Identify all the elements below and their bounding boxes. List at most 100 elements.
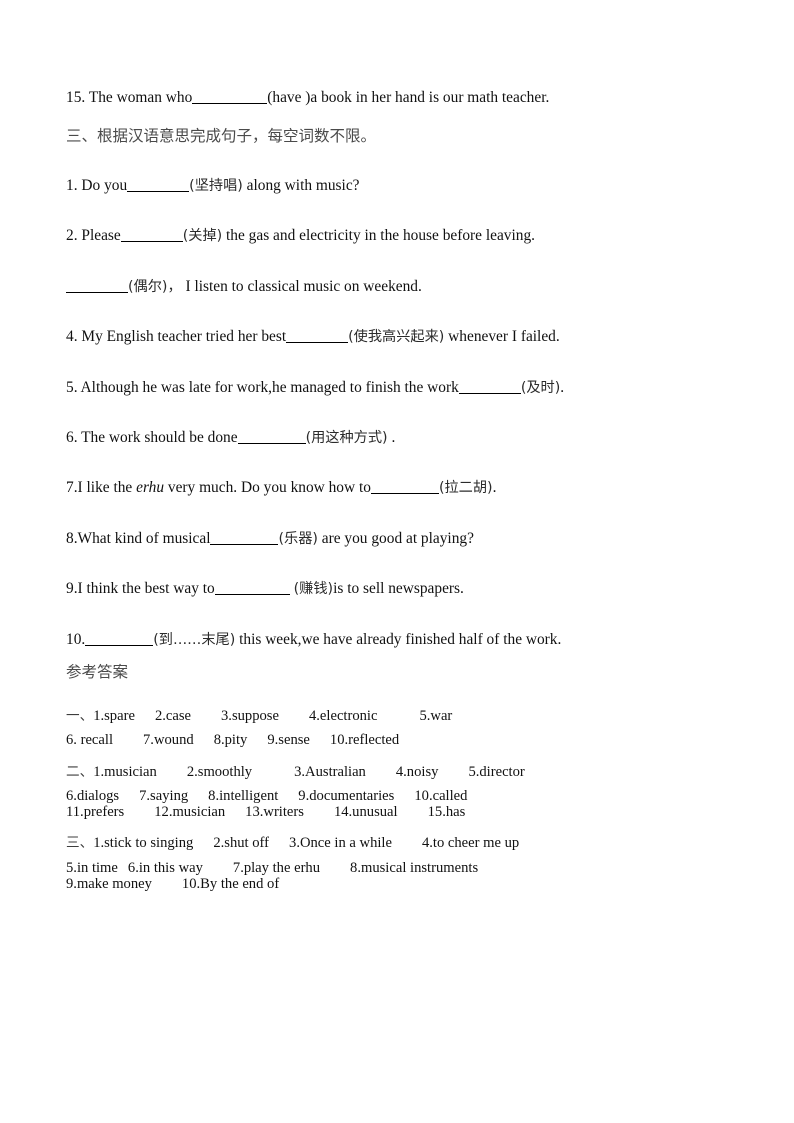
question-text-before: I think the best way to [77, 580, 215, 598]
question-number: 8. [66, 529, 78, 547]
answer-blank[interactable] [120, 228, 183, 243]
answer-item: 10.reflected [329, 732, 400, 749]
answer-blank[interactable] [214, 581, 290, 596]
answer-key-title: 参考答案 [66, 663, 129, 681]
answer-item: 5.director [468, 763, 525, 780]
answer-blank[interactable] [237, 430, 306, 444]
question-text-before: Do you [81, 176, 128, 194]
answer-item: 6.dialogs [66, 788, 120, 805]
answer-row: 11.prefers 12.musician 13.writers 14.unusua… [66, 805, 766, 820]
question-item-7: 7.I like the erhu very much. Do you know… [66, 480, 766, 495]
answer-item: 1.stick to singing [93, 835, 194, 852]
answer-blank[interactable] [286, 329, 349, 344]
question-hint: (及时) [520, 379, 561, 396]
question-text-after: . [492, 479, 497, 497]
answer-item: 2.shut off [213, 835, 270, 852]
question-text-after: are you good at playing? [317, 529, 474, 547]
question-text-after: is to sell newspapers. [333, 580, 464, 598]
answer-group-marker: 一、 [66, 707, 94, 724]
answer-blank[interactable] [85, 632, 154, 646]
answer-item: 3.suppose [221, 707, 279, 724]
answer-row: 三、1.stick to singing 2.shut off 3.Once in … [66, 836, 766, 851]
question-item-15: 15. The woman who (have )a book in her ha… [66, 90, 766, 105]
question-hint: (使我高兴起来) [348, 329, 445, 346]
question-item-4: 4. My English teacher tried her best (使我高… [66, 329, 766, 344]
answer-row: 5.in time 6.in this way 7.play the erhu 8.m… [66, 861, 766, 876]
answer-row: 6.dialogs 7.saying 8.intelligent 9.document… [66, 789, 766, 804]
answer-item: 3.Once in a while [289, 835, 392, 852]
answer-blank[interactable] [210, 531, 279, 545]
question-text-before: Please [81, 227, 121, 245]
question-text-after: . [560, 378, 565, 396]
question-number: 6. [66, 428, 78, 446]
question-text-after: the gas and electricity in the house bef… [222, 227, 536, 245]
answer-item: 12.musician [154, 803, 226, 820]
answer-group-marker: 三、 [66, 835, 94, 852]
question-number: 1. [66, 176, 78, 194]
question-text-before: The woman who [88, 89, 193, 106]
question-hint: (have ) [267, 89, 311, 106]
answer-item: 4.to cheer me up [421, 835, 520, 852]
answer-item: 9.sense [267, 732, 310, 749]
question-item-9: 9.I think the best way to (赚钱)is to sell… [66, 581, 766, 596]
answer-item: 1.musician [93, 763, 157, 780]
answer-item: 10.called [414, 788, 468, 805]
answer-blank[interactable] [127, 178, 190, 192]
exercise-section: 15. The woman who (have )a book in her ha… [66, 90, 766, 647]
answer-row: 一、1.spare 2.case 3.suppose 4.electronic 5.wa… [66, 707, 766, 724]
question-text-after: . [387, 428, 396, 446]
answer-blank[interactable] [66, 279, 128, 293]
question-text-after: I listen to classical music on weekend. [181, 277, 422, 295]
question-item-8: 8.What kind of musical (乐器) are you good … [66, 531, 766, 546]
answer-item: 13.writers [245, 803, 304, 820]
question-number: 2. [66, 227, 78, 245]
question-item-6: 6. The work should be done (用这种方式) . [66, 430, 766, 445]
question-number: 5. [66, 378, 78, 396]
question-hint: (赚钱) [293, 581, 334, 598]
answer-item: 4.noisy [395, 763, 439, 780]
answer-item: 9.documentaries [298, 788, 395, 805]
question-hint: (关掉) [182, 228, 223, 245]
question-number: 7. [66, 479, 78, 497]
answer-blank[interactable] [458, 380, 521, 394]
answer-item: 5.war [419, 707, 453, 724]
question-item-2: 2. Please (关掉) the gas and electricity in… [66, 228, 766, 243]
answer-item: 8.musical instruments [350, 860, 479, 877]
answer-item: 10.By the end of [181, 875, 280, 892]
question-text-after: this week,we have already finished half … [235, 630, 562, 648]
question-number: 9. [66, 580, 78, 598]
question-text-after: a book in her hand is our math teacher. [310, 89, 550, 106]
answer-item: 9.make money [66, 875, 152, 892]
question-item-5: 5. Although he was late for work,he mana… [66, 378, 766, 396]
answer-item: 15.has [427, 803, 466, 820]
answer-blank[interactable] [370, 480, 439, 495]
answer-item: 3.Australian [294, 763, 366, 780]
answer-item: 4.electronic [308, 707, 378, 724]
answer-item: 2.smoothly [186, 763, 253, 780]
question-item-1: 1. Do you (坚持唱) along with music? [66, 178, 766, 193]
answer-item: 7.play the erhu [232, 860, 321, 877]
italic-term-erhu: erhu [136, 479, 165, 497]
question-text-before: What kind of musical [77, 529, 211, 547]
answer-item: 14.unusual [333, 803, 398, 820]
answer-item: 6.in this way [127, 860, 203, 877]
question-text-after: whenever I failed. [444, 328, 560, 346]
question-hint: (到……末尾) [153, 631, 236, 648]
question-number: 15. [66, 89, 86, 106]
answer-row: 9.make money 10.By the end of [66, 875, 766, 892]
question-text-before: My English teacher tried her best [81, 328, 287, 346]
question-number: 4. [66, 328, 78, 346]
question-text-before-b: very much. Do you know how to [164, 479, 371, 497]
answer-item: 5.in time [66, 860, 118, 877]
answer-group-marker: 二、 [66, 763, 94, 780]
answer-item: 7.wound [143, 732, 194, 749]
question-item-10: 10. (到……末尾) this week,we have already fin… [66, 630, 766, 648]
answer-item: 2.case [154, 707, 191, 724]
answer-blank[interactable] [192, 90, 268, 104]
question-hint: (坚持唱) [189, 177, 243, 194]
question-text-before: Although he was late for work,he managed… [80, 378, 459, 396]
answer-item: 11.prefers [66, 803, 125, 820]
answer-row: 6. recall 7.wound 8.pity 9.sense 10.reflecte… [66, 733, 766, 748]
section-three-heading: 三、根据汉语意思完成句子，每空词数不限。 [66, 127, 377, 146]
answer-item: 8.intelligent [208, 788, 279, 805]
